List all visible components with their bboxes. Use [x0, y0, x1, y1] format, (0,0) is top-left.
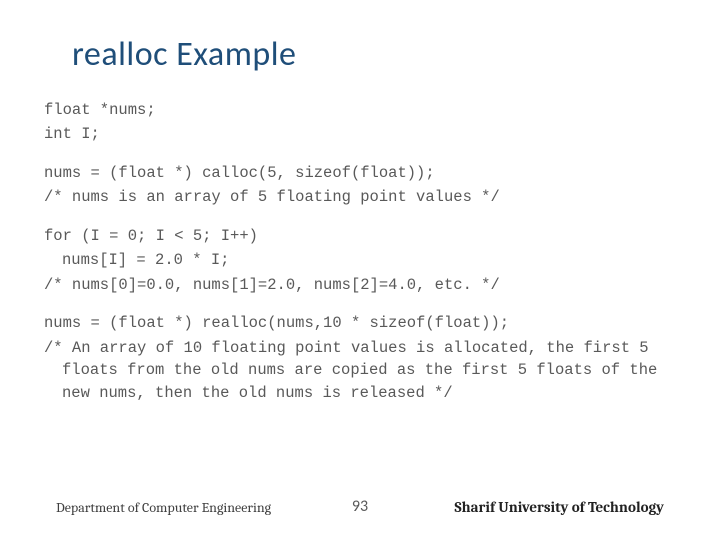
code-line: nums[I] = 2.0 * I; — [44, 249, 676, 271]
footer-department: Department of Computer Engineering — [56, 499, 271, 516]
footer-university: Sharif University of Technology — [455, 498, 664, 516]
slide-title: realloc Example — [72, 34, 676, 75]
page-number: 93 — [352, 497, 368, 516]
code-line: nums = (float *) calloc(5, sizeof(float)… — [44, 162, 676, 184]
code-line: nums = (float *) realloc(nums,10 * sizeo… — [44, 312, 676, 334]
code-line: float *nums; — [44, 99, 676, 121]
code-comment: /* nums is an array of 5 floating point … — [44, 186, 676, 208]
code-line: int I; — [44, 123, 676, 145]
code-line: for (I = 0; I < 5; I++) — [44, 225, 676, 247]
code-body: float *nums; int I; nums = (float *) cal… — [44, 99, 676, 404]
code-comment: /* nums[0]=0.0, nums[1]=2.0, nums[2]=4.0… — [44, 274, 676, 296]
slide: realloc Example float *nums; int I; nums… — [0, 0, 720, 540]
code-comment: /* An array of 10 floating point values … — [44, 337, 676, 404]
